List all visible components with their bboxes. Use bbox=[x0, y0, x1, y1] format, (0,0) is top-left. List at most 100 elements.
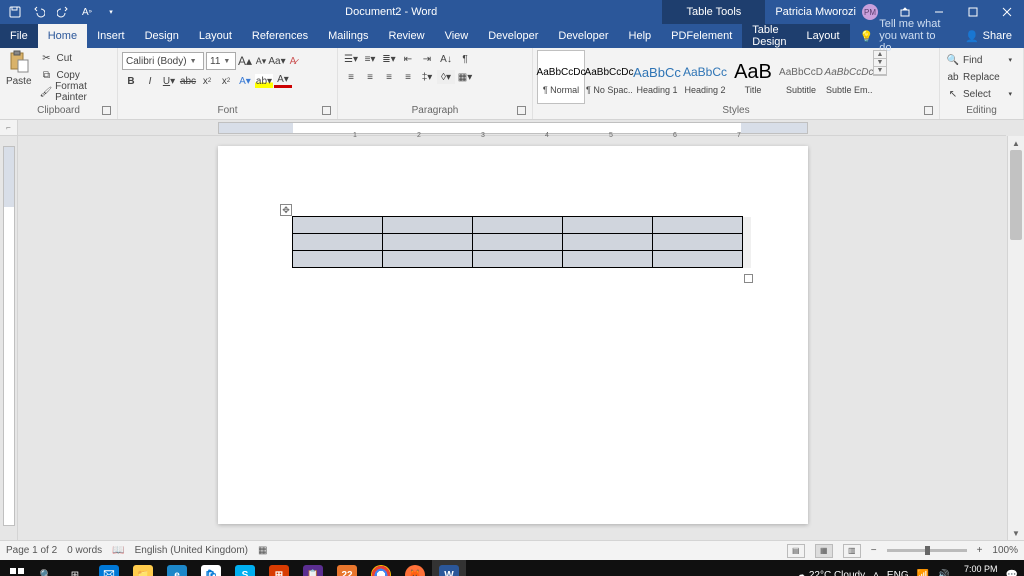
clear-formatting-button[interactable]: A̷ bbox=[286, 54, 300, 68]
tab-file[interactable]: File bbox=[0, 24, 38, 48]
document-page[interactable]: ✥ bbox=[218, 146, 808, 524]
taskbar-app-6[interactable]: ⊞ bbox=[262, 560, 296, 576]
share-button[interactable]: 👤 Share bbox=[953, 24, 1024, 48]
zoom-value[interactable]: 100% bbox=[992, 545, 1018, 556]
tell-me-search[interactable]: 💡 Tell me what you want to do bbox=[850, 24, 953, 48]
increase-indent-button[interactable]: ⇥ bbox=[418, 52, 436, 66]
language-status[interactable]: English (United Kingdom) bbox=[135, 545, 248, 556]
zoom-out-button[interactable]: − bbox=[871, 545, 877, 556]
borders-button[interactable]: ▦▾ bbox=[456, 70, 474, 84]
document-table[interactable] bbox=[292, 216, 751, 268]
user-account[interactable]: Patricia Mworozi PM bbox=[765, 4, 888, 20]
table-cell[interactable] bbox=[383, 251, 473, 268]
styles-expand[interactable]: ▼ bbox=[874, 67, 886, 75]
italic-button[interactable]: I bbox=[141, 74, 159, 88]
table-cell[interactable] bbox=[383, 234, 473, 251]
style-tile-subtitle[interactable]: AaBbCcDSubtitle bbox=[777, 50, 825, 104]
taskbar-app-7[interactable]: 📋 bbox=[296, 560, 330, 576]
table-cell[interactable] bbox=[563, 234, 653, 251]
maximize-button[interactable] bbox=[956, 0, 990, 24]
task-view-button[interactable]: ⊞ bbox=[58, 560, 92, 576]
table-cell[interactable] bbox=[563, 251, 653, 268]
table-resize-handle[interactable] bbox=[744, 274, 753, 283]
table-cell[interactable] bbox=[563, 217, 653, 234]
macro-icon[interactable]: ▦ bbox=[258, 545, 267, 556]
save-button[interactable] bbox=[6, 3, 24, 21]
underline-button[interactable]: U▾ bbox=[160, 74, 178, 88]
undo-button[interactable] bbox=[30, 3, 48, 21]
read-aloud-button[interactable]: A» bbox=[78, 3, 96, 21]
search-button[interactable]: 🔍 bbox=[34, 560, 58, 576]
taskbar-app-8[interactable]: 22 bbox=[330, 560, 364, 576]
style-tile-heading-1[interactable]: AaBbCcHeading 1 bbox=[633, 50, 681, 104]
subscript-button[interactable]: x2 bbox=[198, 74, 216, 88]
file-explorer-button[interactable]: 📁 bbox=[126, 560, 160, 576]
style-tile-title[interactable]: AaBTitle bbox=[729, 50, 777, 104]
input-language[interactable]: ENG bbox=[887, 570, 909, 576]
font-color-button[interactable]: A▾ bbox=[274, 74, 292, 88]
edge-button[interactable]: e bbox=[160, 560, 194, 576]
start-button[interactable] bbox=[0, 560, 34, 576]
clipboard-dialog-launcher[interactable] bbox=[102, 106, 111, 115]
tab-design[interactable]: Design bbox=[135, 24, 189, 48]
shrink-font-button[interactable]: A▾ bbox=[254, 54, 268, 68]
tab-review[interactable]: Review bbox=[379, 24, 435, 48]
tab-developer-2[interactable]: Developer bbox=[548, 24, 618, 48]
vertical-ruler[interactable] bbox=[0, 136, 18, 540]
find-button[interactable]: 🔍Find▾ bbox=[944, 52, 1014, 68]
tab-view[interactable]: View bbox=[435, 24, 479, 48]
table-cell[interactable] bbox=[473, 234, 563, 251]
table-cell[interactable] bbox=[383, 217, 473, 234]
horizontal-ruler[interactable]: 1234567 bbox=[18, 120, 1006, 136]
justify-button[interactable]: ≡ bbox=[399, 70, 417, 84]
weather-widget[interactable]: ☁ 22°C Cloudy bbox=[796, 570, 865, 576]
shading-button[interactable]: ◊▾ bbox=[437, 70, 455, 84]
bold-button[interactable]: B bbox=[122, 74, 140, 88]
read-mode-button[interactable]: ▤ bbox=[787, 544, 805, 558]
qat-customize-button[interactable]: ▾ bbox=[102, 3, 120, 21]
print-layout-button[interactable]: ▦ bbox=[815, 544, 833, 558]
word-count-status[interactable]: 0 words bbox=[67, 545, 102, 556]
decrease-indent-button[interactable]: ⇤ bbox=[399, 52, 417, 66]
tab-references[interactable]: References bbox=[242, 24, 318, 48]
align-left-button[interactable]: ≡ bbox=[342, 70, 360, 84]
tab-developer[interactable]: Developer bbox=[478, 24, 548, 48]
style-tile---normal[interactable]: AaBbCcDc¶ Normal bbox=[537, 50, 585, 104]
tab-layout[interactable]: Layout bbox=[189, 24, 242, 48]
format-painter-button[interactable]: 🖌Format Painter bbox=[37, 84, 113, 100]
table-cell[interactable] bbox=[293, 251, 383, 268]
word-button[interactable]: W bbox=[432, 560, 466, 576]
text-effects-button[interactable]: A▾ bbox=[236, 74, 254, 88]
table-cell[interactable] bbox=[473, 251, 563, 268]
scroll-down-button[interactable]: ▼ bbox=[1008, 526, 1024, 540]
table-cell[interactable] bbox=[293, 217, 383, 234]
table-cell[interactable] bbox=[653, 234, 743, 251]
styles-scroll-up[interactable]: ▲ bbox=[874, 51, 886, 59]
font-name-combo[interactable]: Calibri (Body)▼ bbox=[122, 52, 204, 70]
sort-button[interactable]: A↓ bbox=[437, 52, 455, 66]
style-tile---no-spac---[interactable]: AaBbCcDc¶ No Spac... bbox=[585, 50, 633, 104]
align-right-button[interactable]: ≡ bbox=[380, 70, 398, 84]
styles-scroll-down[interactable]: ▼ bbox=[874, 59, 886, 67]
firefox-button[interactable]: 🦊 bbox=[398, 560, 432, 576]
table-cell[interactable] bbox=[293, 234, 383, 251]
scroll-up-button[interactable]: ▲ bbox=[1008, 136, 1024, 150]
table-cell[interactable] bbox=[473, 217, 563, 234]
web-layout-button[interactable]: ▥ bbox=[843, 544, 861, 558]
tray-chevron-icon[interactable]: ˄ bbox=[873, 570, 879, 576]
table-move-handle[interactable]: ✥ bbox=[280, 204, 292, 216]
tab-home[interactable]: Home bbox=[38, 24, 87, 48]
vertical-scrollbar[interactable]: ▲ ▼ bbox=[1007, 136, 1024, 540]
zoom-in-button[interactable]: + bbox=[977, 545, 983, 556]
numbering-button[interactable]: ≡▾ bbox=[361, 52, 379, 66]
styles-dialog-launcher[interactable] bbox=[924, 106, 933, 115]
replace-button[interactable]: abReplace bbox=[944, 69, 1014, 85]
scroll-thumb[interactable] bbox=[1010, 150, 1022, 240]
grow-font-button[interactable]: A▴ bbox=[238, 54, 252, 68]
tab-table-design[interactable]: Table Design bbox=[742, 24, 796, 48]
bullets-button[interactable]: ☰▾ bbox=[342, 52, 360, 66]
strikethrough-button[interactable]: abc bbox=[179, 74, 197, 88]
tab-insert[interactable]: Insert bbox=[87, 24, 135, 48]
align-center-button[interactable]: ≡ bbox=[361, 70, 379, 84]
notifications-icon[interactable]: 💬 bbox=[1006, 570, 1018, 576]
